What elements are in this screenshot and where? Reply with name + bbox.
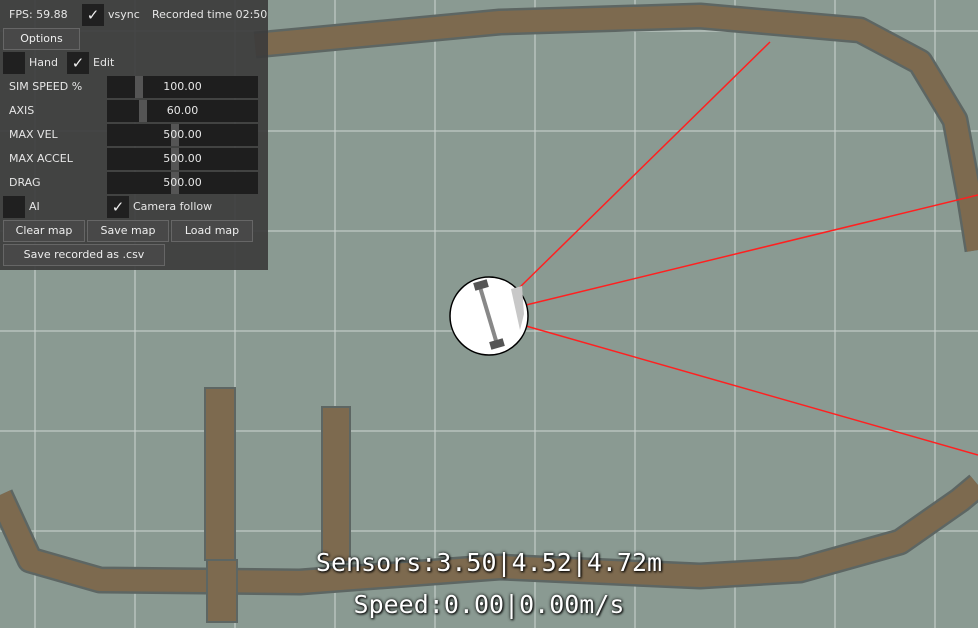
max-vel-label: MAX VEL bbox=[9, 128, 58, 141]
max-accel-slider[interactable]: 500.00 bbox=[107, 148, 258, 170]
sensor-ray-center bbox=[525, 194, 978, 306]
car bbox=[449, 276, 529, 356]
max-accel-value: 500.00 bbox=[163, 152, 202, 165]
edit-checkbox[interactable]: ✓ bbox=[67, 52, 89, 74]
recorded-time: Recorded time 02:50 bbox=[152, 8, 268, 21]
control-panel: FPS: 59.88 ✓ vsync Recorded time 02:50 O… bbox=[0, 0, 268, 270]
sim-speed-label: SIM SPEED % bbox=[9, 80, 83, 93]
sensors-readout: Sensors:3.50|4.52|4.72m bbox=[315, 548, 663, 577]
max-vel-value: 500.00 bbox=[163, 128, 202, 141]
sensor-rays bbox=[516, 41, 978, 456]
sim-speed-value: 100.00 bbox=[163, 80, 202, 93]
hand-label: Hand bbox=[29, 56, 58, 69]
ai-checkbox[interactable] bbox=[3, 196, 25, 218]
vsync-checkbox[interactable]: ✓ bbox=[82, 4, 104, 26]
options-button[interactable]: Options bbox=[3, 28, 80, 50]
max-vel-slider[interactable]: 500.00 bbox=[107, 124, 258, 146]
camera-follow-checkbox[interactable]: ✓ bbox=[107, 196, 129, 218]
max-accel-label: MAX ACCEL bbox=[9, 152, 73, 165]
hand-checkbox[interactable] bbox=[3, 52, 25, 74]
axis-label: AXIS bbox=[9, 104, 35, 117]
edit-label: Edit bbox=[93, 56, 115, 69]
track-wall bbox=[204, 387, 236, 561]
axis-slider[interactable]: 60.00 bbox=[107, 100, 258, 122]
save-map-button[interactable]: Save map bbox=[87, 220, 169, 242]
vsync-label: vsync bbox=[108, 8, 140, 21]
sensor-ray-left bbox=[516, 41, 771, 291]
ai-label: AI bbox=[29, 200, 40, 213]
clear-map-button[interactable]: Clear map bbox=[3, 220, 85, 242]
fps-label: FPS: 59.88 bbox=[9, 8, 68, 21]
load-map-button[interactable]: Load map bbox=[171, 220, 253, 242]
speed-readout: Speed:0.00|0.00m/s bbox=[353, 590, 625, 619]
save-csv-button[interactable]: Save recorded as .csv bbox=[3, 244, 165, 266]
axis-value: 60.00 bbox=[166, 104, 199, 117]
drag-label: DRAG bbox=[9, 176, 41, 189]
sim-speed-slider[interactable]: 100.00 bbox=[107, 76, 258, 98]
track-wall bbox=[321, 406, 351, 563]
camera-follow-label: Camera follow bbox=[133, 200, 213, 213]
drag-value: 500.00 bbox=[163, 176, 202, 189]
drag-slider[interactable]: 500.00 bbox=[107, 172, 258, 194]
sensor-ray-right bbox=[525, 325, 978, 456]
